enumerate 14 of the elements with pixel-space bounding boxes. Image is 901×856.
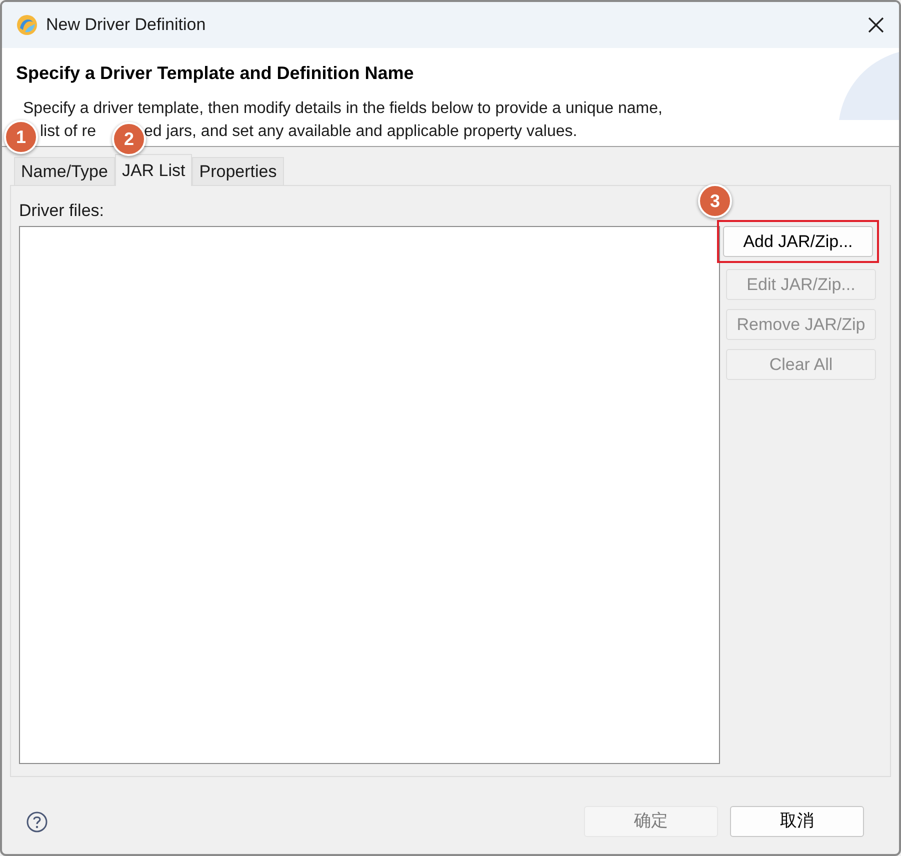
app-logo-icon [16,14,38,36]
description-text: list of re [40,122,96,142]
tab[interactable]: Properties [192,157,284,185]
help-icon[interactable] [26,810,48,832]
page-title: Specify a Driver Template and Definition Name [16,62,415,85]
tab[interactable]: Name/Type [14,157,115,185]
tab[interactable]: JAR List [114,154,192,186]
close-icon[interactable] [867,16,885,34]
description-text: Specify a driver template, then modify details in the fields below to provide a unique name, [22,99,664,119]
dialog-button[interactable]: 取消 [730,806,864,837]
description-text: ed jars, and set any available and applicable property values. [144,122,578,142]
jar-button[interactable]: Add JAR/Zip... [723,226,873,257]
driver-files-label: Driver files: [19,200,104,222]
window-title: New Driver Definition [46,14,206,36]
